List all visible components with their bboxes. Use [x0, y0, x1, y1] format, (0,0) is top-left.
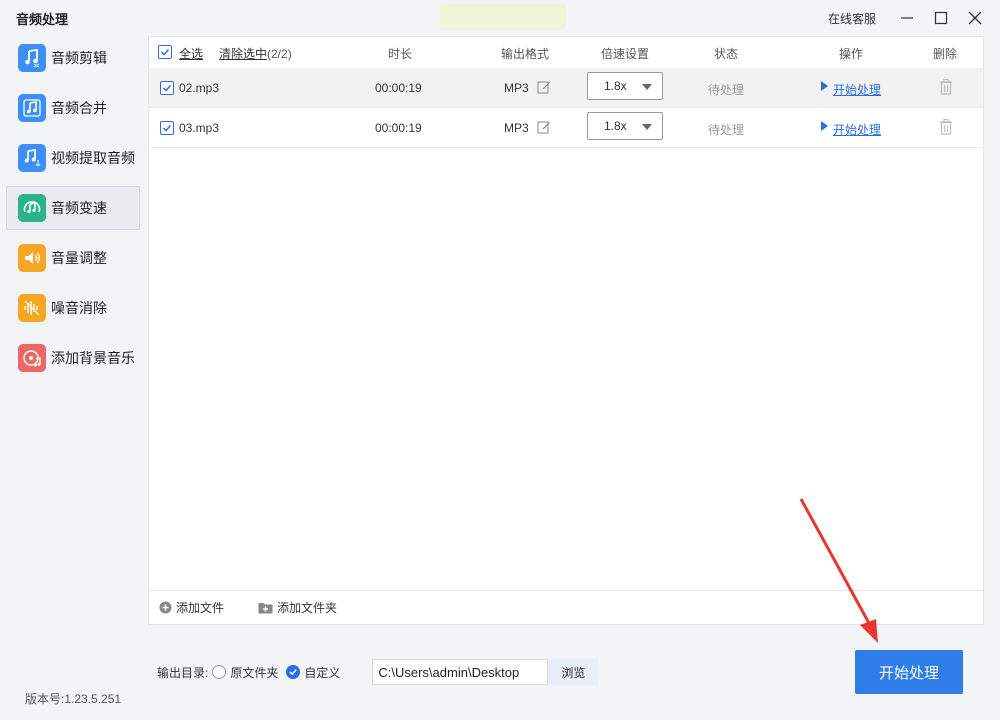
- app-title: 音频处理: [16, 12, 69, 27]
- selected-count: (2/2): [267, 47, 292, 61]
- sidebar-item-audio-speed[interactable]: 音频变速: [6, 186, 140, 230]
- row-checkbox[interactable]: [160, 81, 174, 95]
- header-status: 状态: [714, 47, 739, 61]
- chevron-down-icon: [642, 124, 652, 130]
- add-file-label: 添加文件: [176, 601, 225, 615]
- chevron-down-icon: [642, 84, 652, 90]
- file-duration: 00:00:19: [375, 81, 422, 95]
- select-all-checkbox[interactable]: [158, 45, 172, 59]
- music-extract-icon: [18, 144, 46, 172]
- sidebar-item-noise-removal[interactable]: 噪音消除: [6, 286, 140, 330]
- speed-value: 1.8x: [604, 79, 627, 93]
- output-path-input[interactable]: [372, 659, 549, 685]
- music-scissors-icon: [18, 44, 46, 72]
- speed-select[interactable]: 1.8x: [587, 72, 663, 100]
- maximize-icon[interactable]: [924, 6, 958, 30]
- start-process-button[interactable]: 开始处理: [855, 650, 963, 694]
- sidebar-item-audio-cut[interactable]: 音频剪辑: [6, 36, 140, 80]
- header-speed: 倍速设置: [601, 47, 650, 61]
- speaker-icon: [18, 244, 46, 272]
- header-duration: 时长: [388, 47, 413, 61]
- sidebar-item-label: 音频变速: [51, 200, 107, 216]
- noise-icon: [18, 294, 46, 322]
- music-speed-icon: [18, 194, 46, 222]
- disc-music-icon: [18, 344, 46, 372]
- play-icon: [820, 120, 829, 135]
- clear-selected-link[interactable]: 清除选中: [219, 47, 267, 61]
- sidebar-item-volume[interactable]: 音量调整: [6, 236, 140, 280]
- plus-circle-icon: [159, 601, 172, 614]
- radio-original-folder[interactable]: [212, 665, 227, 679]
- speed-select[interactable]: 1.8x: [587, 112, 663, 140]
- sidebar-item-audio-merge[interactable]: 音频合并: [6, 86, 140, 130]
- edit-icon[interactable]: [537, 120, 551, 137]
- sidebar-item-bg-music[interactable]: 添加背景音乐: [6, 336, 140, 380]
- music-merge-icon: [18, 94, 46, 122]
- table-row[interactable]: 02.mp3 00:00:19 MP3 1.8x 待处理 开始处理: [149, 68, 983, 108]
- start-process-link[interactable]: 开始处理: [833, 121, 881, 138]
- select-all-link[interactable]: 全选: [179, 45, 203, 62]
- add-file-button[interactable]: 添加文件: [159, 599, 224, 616]
- output-label: 输出目录:: [157, 665, 209, 680]
- clear-selected-group: 清除选中(2/2): [219, 45, 292, 62]
- close-icon[interactable]: [958, 6, 992, 30]
- sidebar-item-label: 音频剪辑: [51, 50, 107, 66]
- sidebar-item-video-extract[interactable]: 视频提取音频: [6, 136, 140, 180]
- minimize-icon[interactable]: [890, 6, 924, 30]
- edit-icon[interactable]: [537, 80, 551, 97]
- title-bar: 音频处理 在线客服: [0, 0, 1000, 36]
- ghost-banner: [440, 4, 566, 30]
- add-folder-button[interactable]: 添加文件夹: [258, 599, 337, 616]
- play-icon: [820, 80, 829, 95]
- online-support-link[interactable]: 在线客服: [828, 10, 876, 27]
- option-original-label: 原文件夹: [230, 665, 279, 680]
- output-format: MP3: [504, 121, 529, 135]
- sidebar: 音频剪辑 音频合并 视频提取音频 音频变速 音量调整 噪音消除 添加背景音乐: [6, 36, 140, 386]
- option-custom-label: 自定义: [304, 665, 341, 680]
- file-duration: 00:00:19: [375, 121, 422, 135]
- speed-value: 1.8x: [604, 119, 627, 133]
- output-directory-row: 输出目录: 原文件夹 自定义 浏览: [157, 659, 599, 685]
- folder-plus-icon: [258, 603, 273, 614]
- table-row[interactable]: 03.mp3 00:00:19 MP3 1.8x 待处理 开始处理: [149, 108, 983, 148]
- file-name: 02.mp3: [179, 81, 220, 95]
- sidebar-item-label: 添加背景音乐: [51, 350, 135, 366]
- radio-custom[interactable]: [286, 665, 301, 679]
- start-process-link[interactable]: 开始处理: [833, 81, 881, 98]
- sidebar-item-label: 视频提取音频: [51, 150, 135, 166]
- trash-icon[interactable]: [939, 79, 953, 98]
- version-label: 版本号:1.23.5.251: [25, 692, 122, 706]
- status-text: 待处理: [708, 123, 745, 137]
- header-format: 输出格式: [501, 47, 550, 61]
- sidebar-item-label: 噪音消除: [51, 300, 107, 316]
- trash-icon[interactable]: [939, 119, 953, 138]
- red-arrow-annotation: [799, 498, 878, 643]
- browse-button[interactable]: 浏览: [548, 659, 599, 685]
- sidebar-item-label: 音频合并: [51, 100, 107, 116]
- file-name: 03.mp3: [179, 121, 220, 135]
- status-text: 待处理: [708, 83, 745, 97]
- output-format: MP3: [504, 81, 529, 95]
- window-controls: 在线客服: [828, 6, 992, 30]
- header-action: 操作: [839, 47, 864, 61]
- row-checkbox[interactable]: [160, 121, 174, 135]
- add-folder-label: 添加文件夹: [277, 601, 338, 615]
- sidebar-item-label: 音量调整: [51, 250, 107, 266]
- header-delete: 删除: [933, 47, 958, 61]
- table-header: 全选 清除选中(2/2) 时长 输出格式 倍速设置 状态 操作 删除: [149, 37, 983, 67]
